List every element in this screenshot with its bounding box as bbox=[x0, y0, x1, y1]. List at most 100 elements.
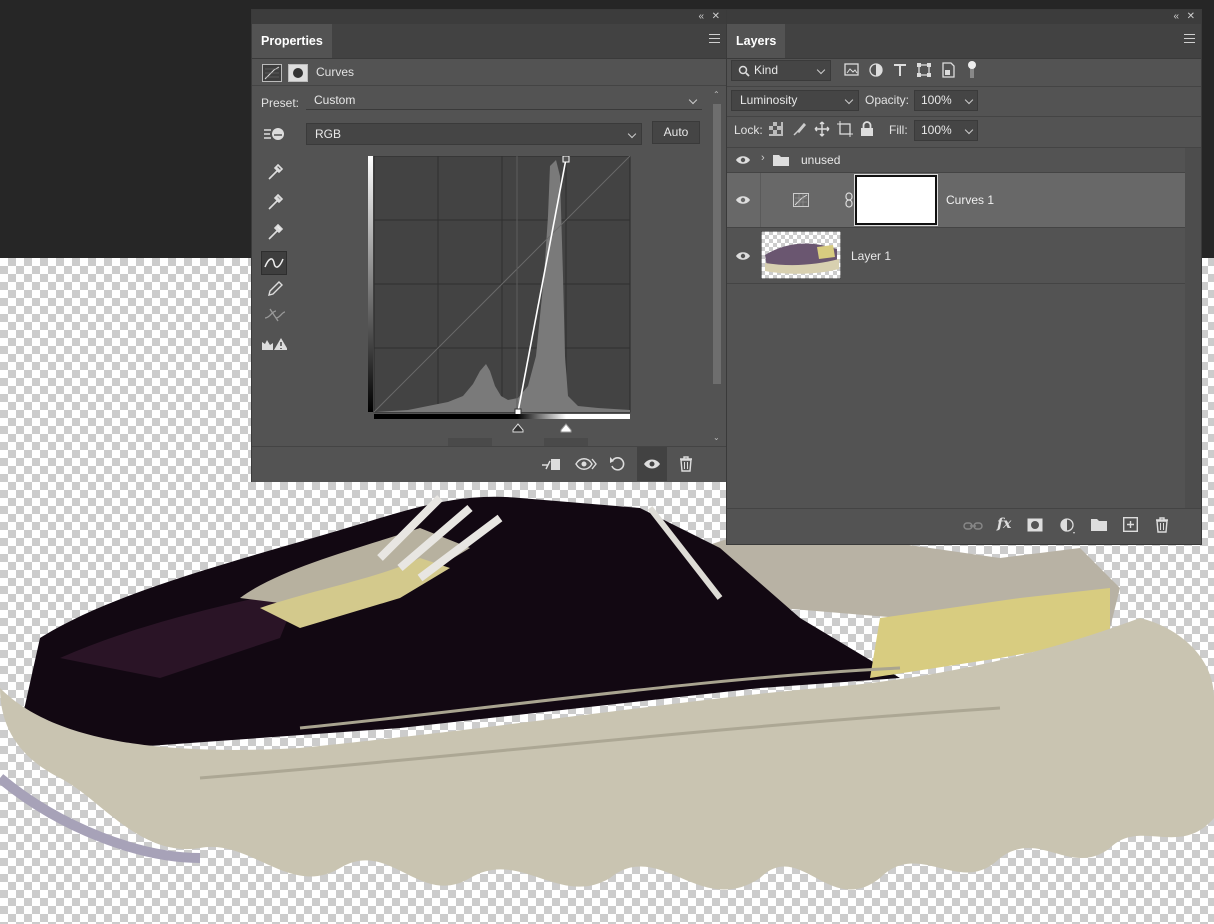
mask-icon[interactable] bbox=[288, 64, 308, 82]
lock-image-icon[interactable] bbox=[792, 122, 806, 136]
layer-name: Layer 1 bbox=[851, 249, 892, 263]
tab-layers[interactable]: Layers bbox=[727, 24, 786, 58]
layers-scrollbar[interactable] bbox=[1185, 148, 1201, 509]
lock-position-icon[interactable] bbox=[814, 121, 830, 137]
panel-menu-icon[interactable] bbox=[709, 34, 720, 43]
fill-field[interactable]: 100% bbox=[914, 120, 978, 141]
eye-icon[interactable] bbox=[735, 154, 751, 166]
layer-name: Curves 1 bbox=[946, 193, 995, 207]
filter-adjustment-icon[interactable] bbox=[868, 62, 884, 78]
channel-dropdown[interactable]: RGB bbox=[306, 123, 642, 145]
close-icon[interactable]: ✕ bbox=[712, 10, 720, 24]
search-icon bbox=[738, 65, 750, 77]
auto-button[interactable]: Auto bbox=[652, 121, 700, 144]
properties-panel: « ✕ Properties Curves Preset: Custom RGB… bbox=[251, 9, 727, 482]
visibility-toggle[interactable] bbox=[637, 447, 667, 481]
link-layers-icon[interactable] bbox=[963, 519, 983, 533]
eyedropper-icon bbox=[268, 193, 284, 210]
lock-transparent-icon[interactable] bbox=[769, 122, 783, 136]
blend-mode-value: Luminosity bbox=[740, 93, 798, 107]
curves-graph[interactable] bbox=[368, 156, 632, 442]
eye-icon[interactable] bbox=[735, 250, 751, 262]
close-icon[interactable]: ✕ bbox=[1187, 10, 1195, 24]
curve-point-white bbox=[562, 156, 570, 163]
filter-type-icon[interactable] bbox=[892, 62, 908, 78]
warning-icon bbox=[262, 338, 287, 350]
curves-adjustment-icon bbox=[793, 193, 809, 207]
layer-group-row[interactable]: › unused bbox=[727, 148, 1185, 173]
clip-to-layer-icon[interactable] bbox=[540, 455, 562, 473]
view-previous-icon[interactable] bbox=[574, 455, 598, 473]
fx-icon[interactable]: fx bbox=[997, 516, 1011, 532]
chevron-down-icon bbox=[627, 129, 637, 139]
trash-icon[interactable] bbox=[678, 455, 694, 473]
layer-row[interactable]: Layer 1 bbox=[727, 228, 1185, 284]
adjustment-header: Curves bbox=[252, 58, 726, 86]
folder-icon[interactable] bbox=[1091, 518, 1107, 532]
sample-gray-eyedropper[interactable] bbox=[262, 190, 288, 214]
panel-menu-icon[interactable] bbox=[1184, 34, 1195, 43]
chevron-right-icon[interactable]: › bbox=[761, 152, 765, 164]
layer-thumbnail[interactable] bbox=[761, 231, 841, 279]
layers-footer: fx bbox=[727, 508, 1201, 545]
value-fields bbox=[544, 438, 588, 446]
blend-mode-dropdown[interactable]: Luminosity bbox=[731, 90, 859, 111]
properties-footer bbox=[252, 446, 726, 482]
collapse-icon[interactable]: « bbox=[1173, 10, 1179, 24]
eye-icon[interactable] bbox=[735, 194, 751, 206]
draw-curve-tool[interactable] bbox=[262, 277, 288, 301]
preset-dropdown[interactable]: Custom bbox=[306, 92, 702, 110]
filter-smart-object-icon[interactable] bbox=[940, 62, 956, 78]
layers-tabbar: Layers bbox=[727, 24, 1201, 59]
properties-tabbar: Properties bbox=[252, 24, 726, 59]
indent-divider bbox=[760, 173, 761, 227]
tab-properties[interactable]: Properties bbox=[252, 24, 332, 58]
layers-list: › unused Curves 1 Layer 1 bbox=[727, 147, 1201, 509]
layers-panel: « ✕ Layers Kind Luminosity Opacity: 100%… bbox=[726, 9, 1202, 545]
targeted-adjustment-icon[interactable] bbox=[262, 124, 288, 144]
filter-shape-icon[interactable] bbox=[916, 62, 932, 78]
collapse-icon[interactable]: « bbox=[698, 10, 704, 24]
new-layer-icon[interactable] bbox=[1123, 517, 1138, 532]
white-point-slider bbox=[560, 423, 572, 433]
adjustment-icon[interactable] bbox=[1060, 518, 1076, 534]
edit-points-tool[interactable] bbox=[261, 251, 287, 275]
link-icon[interactable] bbox=[844, 192, 854, 208]
scrollbar-thumb[interactable] bbox=[713, 104, 721, 384]
opacity-value: 100% bbox=[921, 93, 952, 107]
eyedropper-icon bbox=[268, 163, 284, 180]
adjustment-title: Curves bbox=[316, 65, 355, 79]
properties-scrollbar[interactable]: ⌃ ⌄ bbox=[711, 90, 723, 442]
opacity-label: Opacity: bbox=[865, 93, 910, 107]
preset-value: Custom bbox=[314, 93, 356, 107]
fill-value: 100% bbox=[921, 123, 952, 137]
smooth-curve-tool[interactable] bbox=[262, 303, 288, 327]
filter-kind-dropdown[interactable]: Kind bbox=[731, 60, 831, 81]
panel-header-strip: « ✕ bbox=[727, 10, 1201, 24]
layer-mask-thumbnail[interactable] bbox=[854, 174, 938, 226]
lock-artboard-icon[interactable] bbox=[837, 121, 853, 137]
filter-pixel-icon[interactable] bbox=[844, 62, 860, 78]
chevron-down-icon bbox=[844, 95, 854, 105]
opacity-field[interactable]: 100% bbox=[914, 90, 978, 111]
preset-label: Preset: bbox=[261, 96, 300, 110]
layer-name: unused bbox=[801, 153, 841, 167]
lock-all-icon[interactable] bbox=[860, 121, 874, 137]
layer-row-selected[interactable]: Curves 1 bbox=[727, 173, 1185, 228]
sample-white-eyedropper[interactable] bbox=[262, 220, 288, 244]
chevron-down-icon bbox=[964, 125, 974, 135]
clipping-warning-tool[interactable] bbox=[261, 332, 287, 356]
panel-header-strip: « ✕ bbox=[252, 10, 726, 24]
folder-icon bbox=[773, 155, 789, 166]
blend-row-divider bbox=[727, 86, 1201, 87]
value-fields bbox=[448, 438, 492, 446]
smooth-icon bbox=[264, 308, 286, 322]
filter-toggle-icon[interactable] bbox=[967, 60, 977, 80]
reset-icon[interactable] bbox=[609, 455, 627, 473]
mask-icon[interactable] bbox=[1027, 518, 1043, 532]
channel-value: RGB bbox=[315, 127, 342, 141]
trash-icon[interactable] bbox=[1154, 516, 1170, 534]
sample-black-eyedropper[interactable] bbox=[262, 160, 288, 184]
visibility-icon bbox=[644, 459, 660, 469]
curves-adjustment-icon[interactable] bbox=[262, 64, 282, 82]
